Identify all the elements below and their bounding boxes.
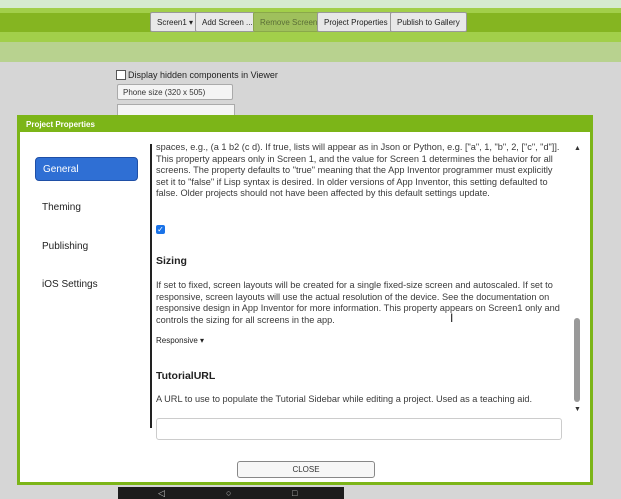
sizing-dropdown[interactable]: Responsive ▾ xyxy=(156,336,204,345)
header-strip xyxy=(0,0,621,8)
tutorial-url-input[interactable] xyxy=(156,418,562,440)
close-button[interactable]: CLOSE xyxy=(237,461,375,478)
screen-select-button[interactable]: Screen1 ▾ xyxy=(150,12,201,32)
hidden-components-label: Display hidden components in Viewer xyxy=(128,70,278,80)
sidebar-item-ios-settings[interactable]: iOS Settings xyxy=(35,273,138,297)
scroll-up-arrow-icon[interactable]: ▲ xyxy=(574,145,581,152)
home-icon: ○ xyxy=(226,488,232,498)
lisp-syntax-description: spaces, e.g., (a 1 b2 (c d). If true, li… xyxy=(156,142,560,198)
back-icon: ◁ xyxy=(158,488,165,498)
publish-gallery-button[interactable]: Publish to Gallery xyxy=(390,12,467,32)
tutorial-url-heading: TutorialURL xyxy=(156,370,216,382)
scroll-down-arrow-icon[interactable]: ▼ xyxy=(574,406,581,413)
add-screen-button[interactable]: Add Screen ... xyxy=(195,12,260,32)
sub-toolbar xyxy=(0,42,621,62)
scrollbar-thumb[interactable] xyxy=(574,318,580,402)
text-cursor-icon: I xyxy=(450,311,454,325)
sizing-description: If set to fixed, screen layouts will be … xyxy=(156,280,560,325)
sidebar-item-publishing[interactable]: Publishing xyxy=(35,235,138,259)
recents-icon: □ xyxy=(292,488,298,498)
hidden-components-row[interactable]: Display hidden components in Viewer xyxy=(116,70,278,80)
project-properties-dialog: Project Properties General Theming Publi… xyxy=(17,115,593,485)
sidebar-item-general[interactable]: General xyxy=(35,157,138,181)
remove-screen-button[interactable]: Remove Screen xyxy=(253,12,325,32)
lisp-syntax-checkbox[interactable]: ✓ xyxy=(156,225,165,234)
project-properties-button[interactable]: Project Properties xyxy=(317,12,395,32)
tutorial-url-description: A URL to use to populate the Tutorial Si… xyxy=(156,394,533,404)
phone-size-select[interactable]: Phone size (320 x 505) xyxy=(117,84,233,100)
content-divider xyxy=(150,144,152,428)
sizing-heading: Sizing xyxy=(156,255,187,267)
sidebar-item-theming[interactable]: Theming xyxy=(35,196,138,220)
hidden-components-checkbox[interactable] xyxy=(116,70,126,80)
dialog-title: Project Properties xyxy=(20,118,590,132)
